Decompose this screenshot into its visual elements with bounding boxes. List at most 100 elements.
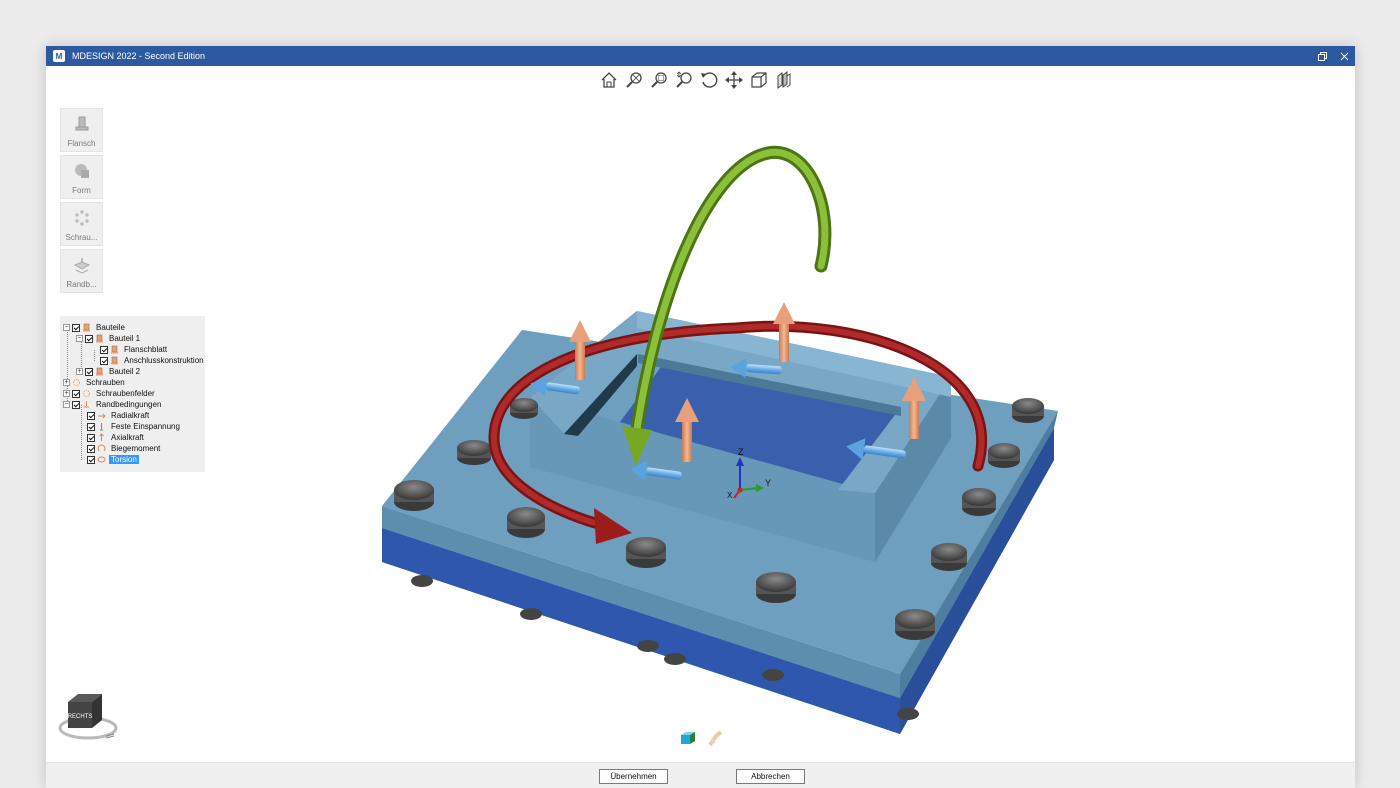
- expand-toggle[interactable]: +: [76, 368, 83, 375]
- tree-label: Schrauben: [86, 378, 125, 387]
- tree-label: Flanschblatt: [124, 345, 168, 354]
- tree-checkbox[interactable]: [72, 400, 80, 409]
- solid-view-icon[interactable]: [679, 730, 697, 746]
- tree-item-feste-einspannung[interactable]: Feste Einspannung: [87, 421, 182, 432]
- boundary-icon: [84, 401, 89, 408]
- tree-checkbox[interactable]: [87, 411, 95, 420]
- tree-label: Schraubenfelder: [96, 389, 155, 398]
- tree-label: Anschlusskonstruktion: [124, 356, 204, 365]
- tree-item-bauteil-2[interactable]: + Bauteil 2: [76, 366, 142, 377]
- zoom-button[interactable]: [673, 68, 695, 92]
- tree-checkbox[interactable]: [85, 367, 93, 376]
- tree-label: Bauteil 1: [109, 334, 141, 343]
- restore-icon: [1317, 51, 1327, 61]
- component-icon: [83, 323, 90, 332]
- tree-item-randbedingungen[interactable]: − Randbedingungen: [63, 399, 163, 410]
- boundary-icon: [73, 258, 91, 274]
- axis-y-label: Y: [765, 478, 771, 488]
- sidebar-button-flansch[interactable]: Flansch: [60, 108, 103, 152]
- home-view-button[interactable]: [598, 68, 620, 92]
- sidebar-button-randbedingungen[interactable]: Randb...: [60, 249, 103, 293]
- fixed-support-icon: [100, 423, 103, 431]
- sidebar-label: Schrau...: [65, 233, 98, 242]
- sidebar-button-schrauben[interactable]: Schrau...: [60, 202, 103, 246]
- view-cube-button[interactable]: [748, 68, 770, 92]
- tree-label: Randbedingungen: [96, 400, 162, 409]
- section-view-button[interactable]: [773, 68, 795, 92]
- tree-checkbox[interactable]: [72, 323, 80, 332]
- flange-icon: [75, 116, 89, 131]
- tree-checkbox[interactable]: [87, 422, 95, 431]
- bolts-icon: [75, 210, 89, 226]
- tree-item-schrauben[interactable]: + Schrauben: [63, 377, 127, 388]
- tree-checkbox[interactable]: [72, 389, 80, 398]
- rotate-button[interactable]: [698, 68, 720, 92]
- cancel-button[interactable]: Abbrechen: [736, 769, 805, 784]
- component-tree[interactable]: − Bauteile − Bauteil 1 Flanschblatt Ansc…: [60, 316, 205, 472]
- display-mode-icons: [679, 730, 725, 746]
- rotate-icon: [701, 72, 718, 88]
- pan-icon: [725, 71, 743, 89]
- tree-label: Biegemoment: [111, 444, 161, 453]
- home-icon: [601, 72, 617, 88]
- axis-x-label: X: [727, 491, 733, 500]
- torsion-icon: [97, 456, 106, 463]
- expand-toggle[interactable]: +: [63, 379, 70, 386]
- collapse-toggle[interactable]: −: [63, 324, 70, 331]
- axial-force-icon: [99, 433, 104, 441]
- dialog-footer: Übernehmen Abbrechen: [46, 762, 1355, 788]
- collapse-toggle[interactable]: −: [76, 335, 83, 342]
- sidebar-label: Form: [72, 186, 91, 195]
- window-title: MDESIGN 2022 - Second Edition: [72, 51, 206, 61]
- tree-checkbox[interactable]: [87, 433, 95, 442]
- view-cube-icon: [751, 72, 767, 88]
- tree-item-anschlusskonstruktion[interactable]: Anschlusskonstruktion: [100, 355, 206, 366]
- apply-button[interactable]: Übernehmen: [599, 769, 668, 784]
- zoom-window-button[interactable]: [648, 68, 670, 92]
- tree-checkbox[interactable]: [87, 444, 95, 453]
- tree-item-axialkraft[interactable]: Axialkraft: [87, 432, 146, 443]
- section-view-icon: [777, 71, 791, 89]
- zoom-window-icon: [651, 72, 667, 88]
- app-icon: M: [53, 50, 65, 62]
- zoom-icon: [676, 71, 692, 88]
- tree-item-bauteile[interactable]: − Bauteile: [63, 322, 127, 333]
- tree-item-biegemoment[interactable]: Biegemoment: [87, 443, 162, 454]
- view-toolbar: [598, 68, 795, 94]
- bolt-field-icon: [83, 390, 90, 397]
- tree-label: Bauteile: [96, 323, 125, 332]
- connection-icon: [111, 356, 118, 365]
- tree-item-torsion[interactable]: Torsion: [87, 454, 139, 465]
- component-icon: [96, 367, 103, 376]
- sidebar-button-form[interactable]: Form: [60, 155, 103, 199]
- collapse-toggle[interactable]: −: [63, 401, 70, 408]
- bolts-icon: [73, 379, 80, 386]
- tree-item-schraubenfelder[interactable]: + Schraubenfelder: [63, 388, 157, 399]
- load-view-icon[interactable]: [707, 730, 725, 746]
- expand-toggle[interactable]: +: [63, 390, 70, 397]
- tree-label: Radialkraft: [111, 411, 150, 420]
- tree-item-bauteil-1[interactable]: − Bauteil 1: [76, 333, 142, 344]
- close-window-button[interactable]: [1337, 49, 1351, 63]
- tree-item-flanschblatt[interactable]: Flanschblatt: [100, 344, 169, 355]
- navigation-cube[interactable]: RECHTS: [56, 690, 122, 746]
- 3d-viewport[interactable]: Z Y X: [46, 66, 1355, 782]
- tree-item-radialkraft[interactable]: Radialkraft: [87, 410, 151, 421]
- restore-window-button[interactable]: [1315, 49, 1329, 63]
- tree-checkbox[interactable]: [85, 334, 93, 343]
- tree-label: Bauteil 2: [109, 367, 141, 376]
- bending-moment-icon: [97, 444, 106, 452]
- sidebar-label: Randb...: [66, 280, 97, 289]
- pan-button[interactable]: [723, 68, 745, 92]
- zoom-extents-button[interactable]: [623, 68, 645, 92]
- tree-checkbox[interactable]: [100, 356, 108, 365]
- component-icon: [96, 334, 103, 343]
- tree-label: Feste Einspannung: [111, 422, 180, 431]
- radial-force-icon: [98, 413, 106, 419]
- flange-sheet-icon: [111, 345, 118, 354]
- tree-label: Axialkraft: [111, 433, 144, 442]
- sidebar-label: Flansch: [67, 139, 96, 148]
- tree-checkbox[interactable]: [100, 345, 108, 354]
- title-bar: M MDESIGN 2022 - Second Edition: [46, 46, 1355, 66]
- tree-checkbox[interactable]: [87, 455, 95, 464]
